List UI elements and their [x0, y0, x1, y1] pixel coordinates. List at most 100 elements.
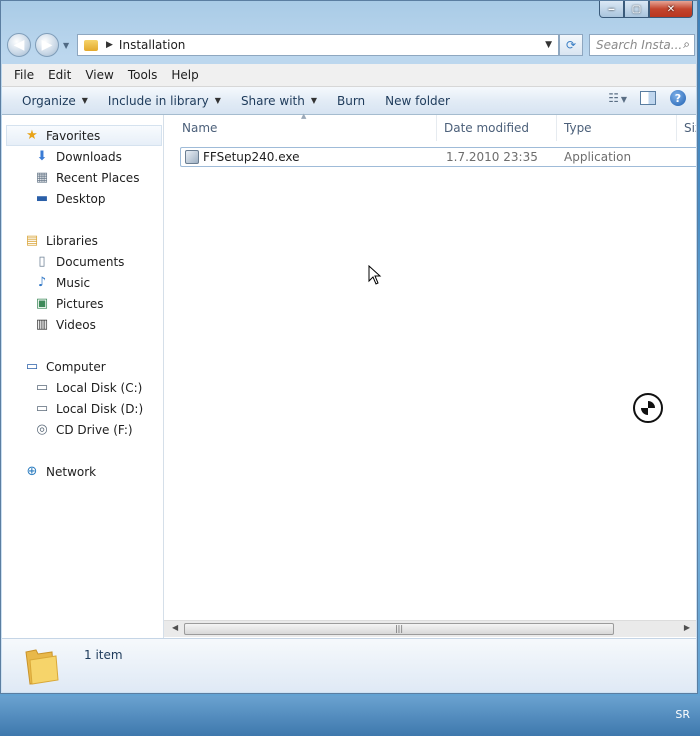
minimize-button[interactable]: ‒: [599, 1, 624, 18]
view-controls: ☷ ▼ ?: [608, 90, 686, 106]
star-icon: ★: [26, 128, 38, 143]
column-type[interactable]: Type: [557, 115, 677, 141]
file-row[interactable]: FFSetup240.exe 1.7.2010 23:35 Applicatio…: [180, 147, 696, 167]
music-label: Music: [56, 275, 91, 290]
libraries-label: Libraries: [46, 233, 98, 248]
nav-cd-drive-f[interactable]: ◎ CD Drive (F:): [2, 419, 163, 440]
menu-bar: File Edit View Tools Help: [2, 64, 696, 87]
music-icon: ♪: [37, 275, 47, 290]
chevron-down-icon: ▼: [620, 95, 627, 104]
pictures-icon: ▣: [35, 296, 49, 311]
burn-label: Burn: [337, 93, 366, 108]
column-date-modified[interactable]: Date modified: [437, 115, 557, 141]
cd-drive-f-label: CD Drive (F:): [56, 422, 133, 437]
recent-places-icon: ▦: [35, 170, 49, 185]
nav-network[interactable]: ⊕ Network: [2, 461, 163, 482]
menu-help[interactable]: Help: [164, 68, 205, 82]
libraries-group: ▤ Libraries ▯ Documents ♪ Music ▣ Pictures ▥…: [2, 230, 163, 335]
nav-music[interactable]: ♪ Music: [2, 272, 163, 293]
share-with-button[interactable]: Share with ▼: [231, 94, 327, 108]
nav-desktop[interactable]: ▬ Desktop: [2, 188, 163, 209]
column-size-label: Size: [684, 121, 696, 135]
nav-pictures[interactable]: ▣ Pictures: [2, 293, 163, 314]
file-date-modified: 1.7.2010 23:35: [446, 150, 538, 164]
back-button[interactable]: ◀: [7, 33, 31, 57]
arrow-right-icon: ▶: [41, 37, 53, 53]
close-button[interactable]: ✕: [649, 1, 693, 18]
computer-group: ▭ Computer ▭ Local Disk (C:) ▭ Local Disk (…: [2, 356, 163, 440]
help-icon[interactable]: ?: [670, 90, 686, 106]
language-indicator[interactable]: SR: [675, 708, 690, 721]
menu-view[interactable]: View: [78, 68, 120, 82]
content-area: ★ Favorites ⬇ Downloads ▦ Recent Places ▬ De…: [2, 112, 696, 638]
file-name: FFSetup240.exe: [203, 150, 300, 164]
nav-favorites[interactable]: ★ Favorites: [6, 125, 162, 146]
videos-icon: ▥: [35, 317, 49, 332]
arrow-left-icon: ◀: [13, 37, 25, 53]
network-group: ⊕ Network: [2, 461, 163, 482]
maximize-button[interactable]: ▢: [624, 1, 649, 18]
recent-pages-dropdown[interactable]: ▼: [63, 41, 69, 50]
column-headers: ▲ Name Date modified Type Size: [164, 112, 696, 141]
chevron-down-icon[interactable]: ▼: [545, 40, 552, 50]
chevron-right-icon[interactable]: ▶: [106, 40, 113, 50]
forward-button[interactable]: ▶: [35, 33, 59, 57]
burn-button[interactable]: Burn: [327, 94, 375, 108]
favorites-group: ★ Favorites ⬇ Downloads ▦ Recent Places ▬ De…: [2, 125, 163, 209]
nav-recent-places[interactable]: ▦ Recent Places: [2, 167, 163, 188]
scrollbar-thumb[interactable]: |||: [184, 623, 614, 635]
scroll-right-icon[interactable]: ▶: [684, 623, 690, 632]
favorites-label: Favorites: [46, 128, 101, 143]
mouse-pointer-icon: [368, 265, 382, 285]
menu-edit[interactable]: Edit: [41, 68, 78, 82]
chevron-down-icon: ▼: [81, 96, 88, 105]
search-placeholder: Search Insta...: [596, 38, 683, 52]
application-icon: [185, 150, 199, 164]
organize-button[interactable]: Organize ▼: [2, 94, 98, 108]
nav-downloads[interactable]: ⬇ Downloads: [2, 146, 163, 167]
address-row: ◀ ▶ ▼ ▶ Installation ▼ ⟳ Search Insta...…: [7, 31, 695, 59]
downloads-icon: ⬇: [36, 149, 48, 164]
explorer-window: ‒ ▢ ✕ ◀ ▶ ▼ ▶ Installation ▼ ⟳ Search In…: [0, 0, 698, 694]
refresh-button[interactable]: ⟳: [559, 34, 583, 56]
details-pane: 1 item: [2, 638, 696, 692]
busy-spinner-icon: [633, 393, 663, 423]
search-icon[interactable]: ⌕: [683, 37, 690, 52]
navigation-pane: ★ Favorites ⬇ Downloads ▦ Recent Places ▬ De…: [2, 115, 164, 638]
nav-libraries[interactable]: ▤ Libraries: [2, 230, 163, 251]
horizontal-scrollbar[interactable]: ◀ ||| ▶: [164, 620, 696, 637]
network-label: Network: [46, 464, 97, 479]
menu-tools[interactable]: Tools: [121, 68, 165, 82]
include-in-library-label: Include in library: [107, 93, 209, 108]
local-disk-d-label: Local Disk (D:): [56, 401, 144, 416]
column-size[interactable]: Size: [677, 115, 696, 141]
breadcrumb-installation[interactable]: Installation: [119, 38, 185, 52]
nav-documents[interactable]: ▯ Documents: [2, 251, 163, 272]
sort-ascending-icon: ▲: [301, 112, 307, 120]
folder-icon: [25, 649, 59, 685]
nav-local-disk-c[interactable]: ▭ Local Disk (C:): [2, 377, 163, 398]
column-date-label: Date modified: [444, 121, 530, 135]
local-disk-c-label: Local Disk (C:): [56, 380, 143, 395]
nav-local-disk-d[interactable]: ▭ Local Disk (D:): [2, 398, 163, 419]
new-folder-button[interactable]: New folder: [375, 94, 460, 108]
network-icon: ⊕: [26, 464, 38, 479]
search-input[interactable]: Search Insta... ⌕: [589, 34, 695, 56]
drive-icon: ▭: [35, 401, 49, 416]
address-bar[interactable]: ▶ Installation ▼: [77, 34, 559, 56]
nav-computer[interactable]: ▭ Computer: [2, 356, 163, 377]
change-view-button[interactable]: ☷ ▼: [608, 91, 627, 105]
refresh-icon: ⟳: [565, 38, 577, 52]
preview-pane-button[interactable]: [640, 91, 656, 105]
scroll-left-icon[interactable]: ◀: [172, 623, 178, 632]
include-in-library-button[interactable]: Include in library ▼: [98, 94, 231, 108]
computer-label: Computer: [46, 359, 106, 374]
column-name[interactable]: ▲ Name: [164, 112, 437, 141]
documents-icon: ▯: [38, 254, 46, 269]
recent-places-label: Recent Places: [56, 170, 140, 185]
share-with-label: Share with: [240, 93, 305, 108]
menu-file[interactable]: File: [2, 68, 41, 82]
nav-videos[interactable]: ▥ Videos: [2, 314, 163, 335]
file-name-cell: FFSetup240.exe: [181, 150, 438, 164]
libraries-icon: ▤: [25, 233, 39, 248]
